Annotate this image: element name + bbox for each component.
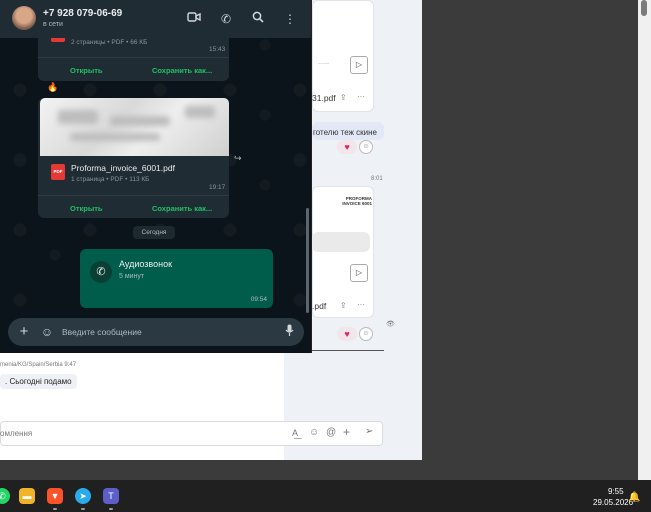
more-icon-2[interactable]: ··· (357, 300, 365, 309)
separator-line (312, 350, 384, 351)
pdf-preview-thumbnail[interactable] (40, 98, 229, 156)
doc-preview-block (312, 232, 370, 252)
background-input-placeholder: омлення (0, 429, 33, 438)
sticker-icon[interactable]: ☺ (39, 324, 55, 340)
call-duration: 5 минут (119, 273, 145, 280)
message-time: 8:01 (371, 176, 383, 182)
teams-icon[interactable]: T (103, 488, 119, 504)
divider (38, 57, 229, 58)
search-icon[interactable] (250, 11, 266, 27)
microphone-icon[interactable] (281, 324, 297, 340)
call-time: 09:54 (250, 296, 267, 303)
share-icon-2[interactable]: ⇪ (340, 301, 347, 310)
forward-icon[interactable]: ↪ (234, 153, 242, 164)
file-explorer-icon[interactable]: ▬ (19, 488, 35, 504)
message-time-2: 19:17 (209, 184, 226, 191)
sender-line: menia/KG/Spain/Serbia 9:47 (0, 362, 77, 368)
plus-icon[interactable]: + (343, 425, 350, 439)
clock-time[interactable]: 9:55 (608, 487, 624, 496)
date-separator: Сегодня (133, 226, 175, 239)
format-icon[interactable]: A͟ (292, 428, 298, 438)
add-reaction-icon[interactable]: ☺ (359, 140, 373, 154)
page-scrollbar[interactable] (638, 0, 651, 480)
taskbar: ✆ ▬ ▼ ➤ T (0, 480, 651, 512)
contact-status: в сети (43, 21, 63, 28)
telegram-icon[interactable]: ➤ (75, 488, 91, 504)
save-as-button-2[interactable]: Сохранить как... (152, 204, 212, 213)
message-composer[interactable]: + ☺ Введите сообщение (8, 318, 304, 346)
send-icon[interactable]: ➢ (365, 426, 373, 437)
attach-plus-icon[interactable]: + (16, 324, 32, 340)
more-icon[interactable]: ··· (357, 92, 365, 101)
brave-browser-icon[interactable]: ▼ (47, 488, 63, 504)
notification-bell-icon[interactable]: 🔔 (628, 492, 640, 503)
message-input[interactable]: Введите сообщение (62, 327, 142, 337)
background-message-text: готелю теж скине (313, 128, 378, 137)
emoji-icon[interactable]: ☺ (309, 427, 319, 438)
phone-call-icon: ✆ (90, 261, 112, 283)
background-doc-name: 31.pdf (312, 93, 336, 103)
call-title: Аудиозвонок (119, 259, 173, 269)
file-meta-2: 1 страница • PDF • 113 КБ (71, 176, 150, 183)
video-call-icon[interactable] (186, 11, 202, 27)
doc-preview-text: .......... (318, 60, 330, 65)
seen-icon: 👁 (386, 321, 395, 328)
whatsapp-icon[interactable]: ✆ (0, 488, 10, 504)
fire-reaction[interactable]: 🔥 (47, 82, 58, 93)
share-icon[interactable]: ⇪ (340, 93, 347, 102)
add-reaction-icon-2[interactable]: ☺ (359, 327, 373, 341)
avatar[interactable] (12, 6, 36, 30)
open-button[interactable]: Открыть (70, 66, 103, 75)
file-meta: 2 страницы • PDF • 66 КБ (71, 39, 148, 46)
file-name: Proforma_invoice_6001.pdf (71, 163, 175, 173)
save-as-button[interactable]: Сохранить как... (152, 66, 212, 75)
more-options-icon[interactable]: ⋮ (282, 11, 298, 27)
reply-message: . Сьогодні подамо (0, 374, 77, 389)
background-doc-name-2: .pdf (312, 301, 327, 311)
heart-reaction[interactable]: ♥ (337, 140, 357, 154)
contact-name[interactable]: +7 928 079-06-69 (43, 8, 122, 19)
phone-icon[interactable]: ✆ (218, 11, 234, 27)
doc-preview-title: PROFORMA INVOICE 6001 (342, 196, 372, 206)
play-icon-2[interactable]: ▷ (350, 264, 368, 282)
heart-reaction-2[interactable]: ♥ (337, 327, 357, 341)
chat-scrollbar[interactable] (306, 208, 309, 313)
message-time: 15:43 (209, 46, 226, 53)
chat-header: +7 928 079-06-69 в сети ✆ ⋮ (0, 0, 311, 38)
scrollbar-thumb[interactable] (641, 0, 647, 16)
chat-window: PDF 2 страницы • PDF • 66 КБ 15:43 Откры… (0, 0, 312, 353)
open-button-2[interactable]: Открыть (70, 204, 103, 213)
play-icon[interactable]: ▷ (350, 56, 368, 74)
mention-icon[interactable]: @ (326, 427, 336, 438)
divider-2 (38, 195, 229, 196)
pdf-icon-2: PDF (51, 164, 65, 180)
audio-call-message[interactable]: ✆ Аудиозвонок 5 минут 09:54 (80, 249, 273, 308)
